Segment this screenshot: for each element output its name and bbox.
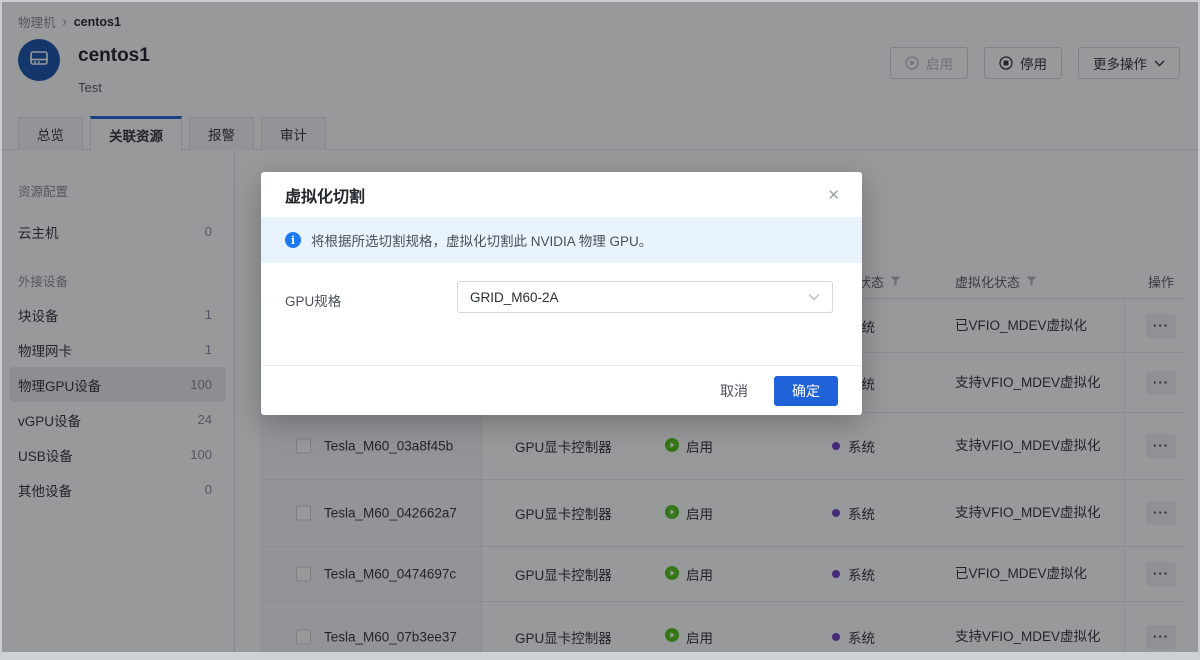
close-icon[interactable]: ✕	[827, 186, 840, 204]
cancel-button[interactable]: 取消	[720, 381, 748, 401]
gpu-spec-select[interactable]: GRID_M60-2A	[457, 281, 833, 313]
dialog-body: GPU规格 GRID_M60-2A	[261, 263, 862, 365]
dialog-footer: 取消 确定	[261, 365, 862, 415]
gpu-spec-selected-value: GRID_M60-2A	[470, 290, 559, 305]
info-banner-text: 将根据所选切割规格，虚拟化切割此 NVIDIA 物理 GPU。	[311, 230, 652, 250]
info-banner: i 将根据所选切割规格，虚拟化切割此 NVIDIA 物理 GPU。	[261, 217, 862, 263]
gpu-spec-label: GPU规格	[285, 290, 341, 310]
window-frame: 物理机 › centos1 centos1 Test 启用 停用 更多操作 总览…	[0, 0, 1200, 660]
dialog-header: 虚拟化切割 ✕	[261, 172, 862, 217]
confirm-button[interactable]: 确定	[774, 376, 838, 406]
chevron-down-icon	[808, 288, 820, 306]
virtualization-slice-dialog: 虚拟化切割 ✕ i 将根据所选切割规格，虚拟化切割此 NVIDIA 物理 GPU…	[261, 172, 862, 415]
info-icon: i	[285, 232, 301, 248]
dialog-title: 虚拟化切割	[285, 183, 365, 207]
page: 物理机 › centos1 centos1 Test 启用 停用 更多操作 总览…	[2, 2, 1198, 652]
